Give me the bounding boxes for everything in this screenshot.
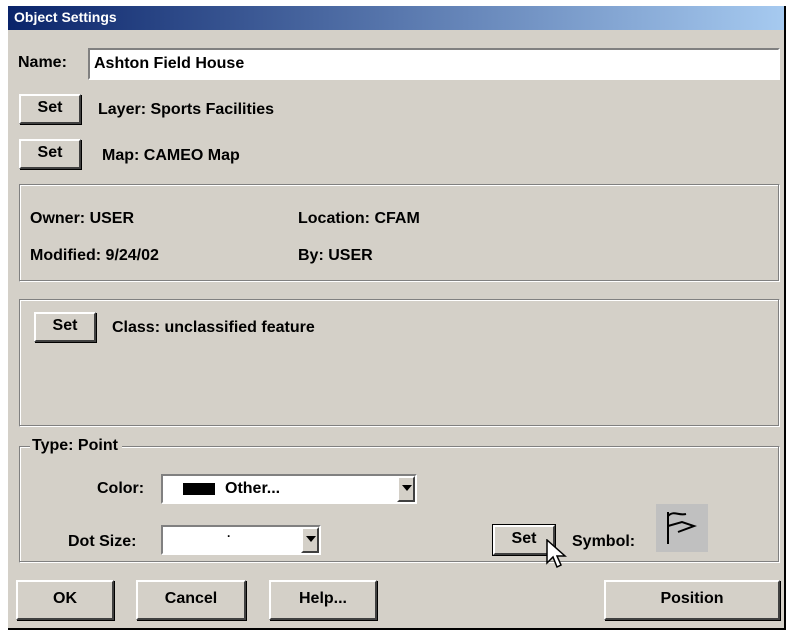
color-select[interactable]: Other... [161, 474, 417, 504]
object-settings-dialog: Object Settings Name: Ashton Field House… [8, 6, 786, 630]
ok-button-label: OK [53, 590, 77, 607]
name-label: Name: [18, 54, 67, 71]
position-button[interactable]: Position [604, 580, 780, 620]
ok-button[interactable]: OK [16, 580, 114, 620]
window-title: Object Settings [14, 9, 117, 25]
help-button-label: Help... [298, 590, 347, 607]
dot-size-select[interactable]: · [161, 525, 321, 555]
class-set-button-label: Set [52, 317, 78, 334]
info-group: Owner: USER Location: CFAM Modified: 9/2… [19, 184, 780, 282]
location-text: Location: CFAM [298, 210, 420, 227]
type-legend: Type: Point [30, 437, 122, 455]
owner-text: Owner: USER [30, 210, 135, 227]
name-field[interactable]: Ashton Field House [88, 48, 780, 80]
symbol-preview[interactable] [656, 504, 708, 552]
color-label: Color: [97, 480, 145, 497]
class-text: Class: unclassified feature [112, 319, 315, 336]
layer-set-button[interactable]: Set [19, 94, 81, 124]
symbol-label: Symbol: [572, 533, 636, 550]
map-set-button[interactable]: Set [19, 139, 81, 169]
color-value: Other... [225, 480, 281, 497]
dot-size-dropdown-arrow-icon[interactable] [301, 527, 319, 553]
position-button-label: Position [660, 590, 724, 607]
color-swatch [183, 483, 215, 495]
cancel-button[interactable]: Cancel [136, 580, 246, 620]
map-text: Map: CAMEO Map [102, 147, 240, 164]
layer-set-button-label: Set [37, 99, 63, 116]
class-set-button[interactable]: Set [34, 312, 96, 342]
modified-by-text: By: USER [298, 247, 373, 264]
title-bar: Object Settings [8, 6, 784, 30]
color-dropdown-arrow-icon[interactable] [397, 476, 415, 502]
dot-size-label: Dot Size: [68, 533, 137, 550]
cancel-button-label: Cancel [164, 590, 218, 607]
mouse-cursor-icon [546, 539, 567, 569]
layer-text: Layer: Sports Facilities [98, 101, 275, 118]
dot-size-value: · [227, 529, 231, 543]
help-button[interactable]: Help... [269, 580, 377, 620]
map-set-button-label: Set [37, 144, 63, 161]
class-group: Set Class: unclassified feature [19, 299, 780, 427]
flag-icon [667, 512, 697, 544]
modified-text: Modified: 9/24/02 [30, 247, 159, 264]
type-group: Type: Point Color: Other... Dot Size: · … [19, 437, 780, 569]
name-value: Ashton Field House [94, 55, 245, 72]
symbol-set-button-label: Set [511, 530, 537, 547]
